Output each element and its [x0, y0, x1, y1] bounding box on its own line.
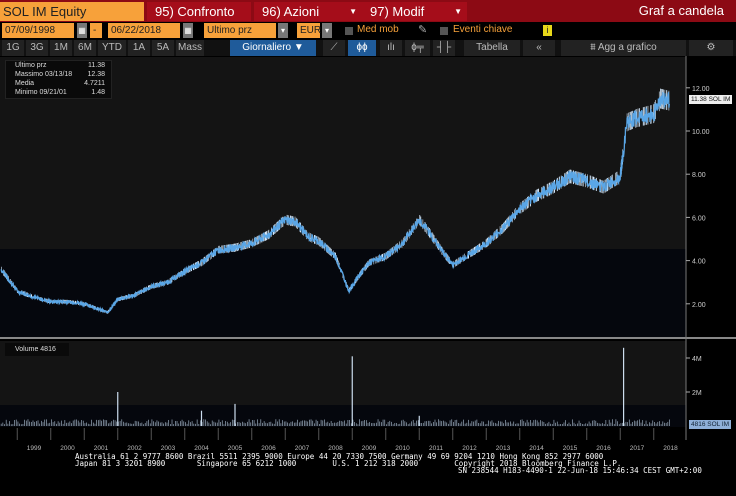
period-button-mass[interactable]: Mass	[176, 40, 204, 56]
volume-panel-upper-bg	[0, 341, 686, 405]
legend-value: 1.48	[91, 89, 105, 96]
collapse-button[interactable]: «	[523, 40, 555, 56]
year-label: 2002	[127, 445, 142, 452]
modify-label: 97) Modif	[370, 4, 425, 19]
bar-chart-icon[interactable]: ılı	[380, 40, 402, 56]
price-legend: Ultimo prz 11.38 Massimo 03/13/18 12.38 Me…	[5, 60, 112, 99]
footer-session: SN 238544 H183-4490-1 22-Jun-18 15:46:34…	[458, 466, 702, 475]
legend-label: Massimo 03/13/18	[15, 71, 73, 78]
year-label: 2013	[496, 445, 511, 452]
moving-avg-label: Med mob	[357, 24, 399, 35]
add-to-chart-label: Agg a grafico	[597, 42, 657, 53]
volume-legend: Volume 4816	[5, 343, 69, 356]
add-chart-icon: ⩩	[590, 42, 598, 53]
legend-label: Media	[15, 80, 35, 87]
year-label: 2000	[60, 445, 75, 452]
year-label: 2009	[362, 445, 377, 452]
year-label: 2003	[161, 445, 176, 452]
table-button[interactable]: Tabella	[464, 40, 520, 56]
legend-value: 4.7211	[84, 80, 105, 87]
year-label: 2011	[429, 445, 443, 452]
year-label: 2006	[261, 445, 276, 452]
year-label: 2010	[395, 445, 410, 452]
period-button-ytd[interactable]: YTD	[98, 40, 126, 56]
toolbar: Giornaliero ▼ ⟋ ɸɸ ılı ɸ╤ ┤├ Tabella « ⩩…	[0, 40, 736, 56]
year-label: 2012	[462, 445, 477, 452]
actions-menu[interactable]: 96) Azioni ▼	[254, 2, 362, 21]
header-bar: SOL IM Equity 95) Confronto 96) Azioni ▼ …	[0, 0, 736, 22]
period-button-6m[interactable]: 6M	[74, 40, 96, 56]
last-volume-tag: 4816 SOL IM	[689, 420, 732, 429]
price-tick-label: 10.00	[692, 129, 710, 136]
end-date-input[interactable]: 06/22/2018	[108, 23, 180, 38]
frequency-select[interactable]: Giornaliero ▼	[230, 40, 316, 56]
price-tick-label: 8.00	[692, 172, 706, 179]
currency-select[interactable]: EUR	[297, 23, 321, 38]
legend-item: Minimo 09/21/01 1.48	[6, 88, 111, 97]
legend-label: Minimo 09/21/01	[15, 89, 67, 96]
chevron-down-icon[interactable]: ▾	[278, 23, 288, 38]
volume-tick-label: 4M	[692, 356, 702, 363]
compare-button[interactable]: 95) Confronto	[147, 2, 251, 21]
year-label: 2016	[596, 445, 611, 452]
price-tick-label: 4.00	[692, 259, 706, 266]
year-label: 2001	[94, 445, 109, 452]
volume-tick-label: 2M	[692, 390, 702, 397]
year-label: 2004	[194, 445, 209, 452]
actions-label: 96) Azioni	[262, 4, 320, 19]
candle-chart-icon[interactable]: ɸɸ	[348, 40, 376, 56]
field-select[interactable]: Ultimo prz	[204, 23, 276, 38]
year-label: 2018	[663, 445, 678, 452]
legend-item: Massimo 03/13/18 12.38	[6, 70, 111, 79]
year-label: 2005	[228, 445, 243, 452]
pencil-icon[interactable]: ✎	[418, 23, 427, 36]
year-label: 1999	[27, 445, 42, 452]
price-tick-label: 2.00	[692, 302, 706, 309]
settings-gear-icon[interactable]: ⚙	[689, 40, 733, 56]
start-date-input[interactable]: 07/09/1998	[2, 23, 74, 38]
hlc-icon[interactable]: ┤├	[433, 40, 455, 56]
year-label: 2015	[563, 445, 578, 452]
modify-menu[interactable]: 97) Modif ▼	[362, 2, 467, 21]
legend-item: Media 4.7211	[6, 79, 111, 88]
year-label: 2008	[328, 445, 343, 452]
controls-bar: 07/09/1998 ▦ - 06/22/2018 ▦ Ultimo prz ▾…	[0, 22, 736, 39]
calendar-icon[interactable]: ▦	[183, 23, 193, 38]
period-button-5a[interactable]: 5A	[152, 40, 174, 56]
chevron-down-icon[interactable]: ▾	[322, 23, 332, 38]
chevron-down-icon: ▼	[349, 7, 357, 16]
period-button-1a[interactable]: 1A	[128, 40, 150, 56]
period-button-1g[interactable]: 1G	[2, 40, 24, 56]
calendar-icon[interactable]: ▦	[77, 23, 87, 38]
price-volume-chart[interactable]: 2.00 4.00 6.00 8.00 10.00 12.00 2M 4M 1999 2000 20…	[0, 56, 736, 456]
key-events-label: Eventi chiave	[453, 24, 513, 35]
chart-type-title: Graf a candela	[638, 3, 724, 18]
legend-label: Ultimo prz	[15, 62, 47, 69]
legend-value: 11.38	[88, 62, 105, 69]
legend-value: 12.38	[87, 71, 105, 78]
ohlc-icon[interactable]: ɸ╤	[405, 40, 430, 56]
price-panel-lower-bg	[0, 249, 686, 337]
legend-item: Ultimo prz 11.38	[6, 61, 111, 70]
period-button-3g[interactable]: 3G	[26, 40, 48, 56]
key-events-checkbox[interactable]	[440, 27, 448, 35]
year-label: 2014	[529, 445, 544, 452]
year-label: 2017	[630, 445, 645, 452]
chevron-down-icon: ▼	[454, 7, 462, 16]
date-separator: -	[90, 23, 102, 38]
price-tick-label: 12.00	[692, 86, 710, 93]
ticker-input[interactable]: SOL IM Equity	[0, 2, 144, 21]
moving-avg-checkbox[interactable]	[345, 27, 353, 35]
year-label: 2007	[295, 445, 310, 452]
period-button-1m[interactable]: 1M	[50, 40, 72, 56]
line-chart-icon[interactable]: ⟋	[323, 40, 345, 56]
info-icon[interactable]: i	[543, 25, 552, 36]
last-price-tag: 11.38 SOL IM	[689, 95, 733, 104]
add-to-chart-button[interactable]: ⩩ Agg a grafico	[561, 40, 686, 56]
price-tick-label: 6.00	[692, 215, 706, 222]
